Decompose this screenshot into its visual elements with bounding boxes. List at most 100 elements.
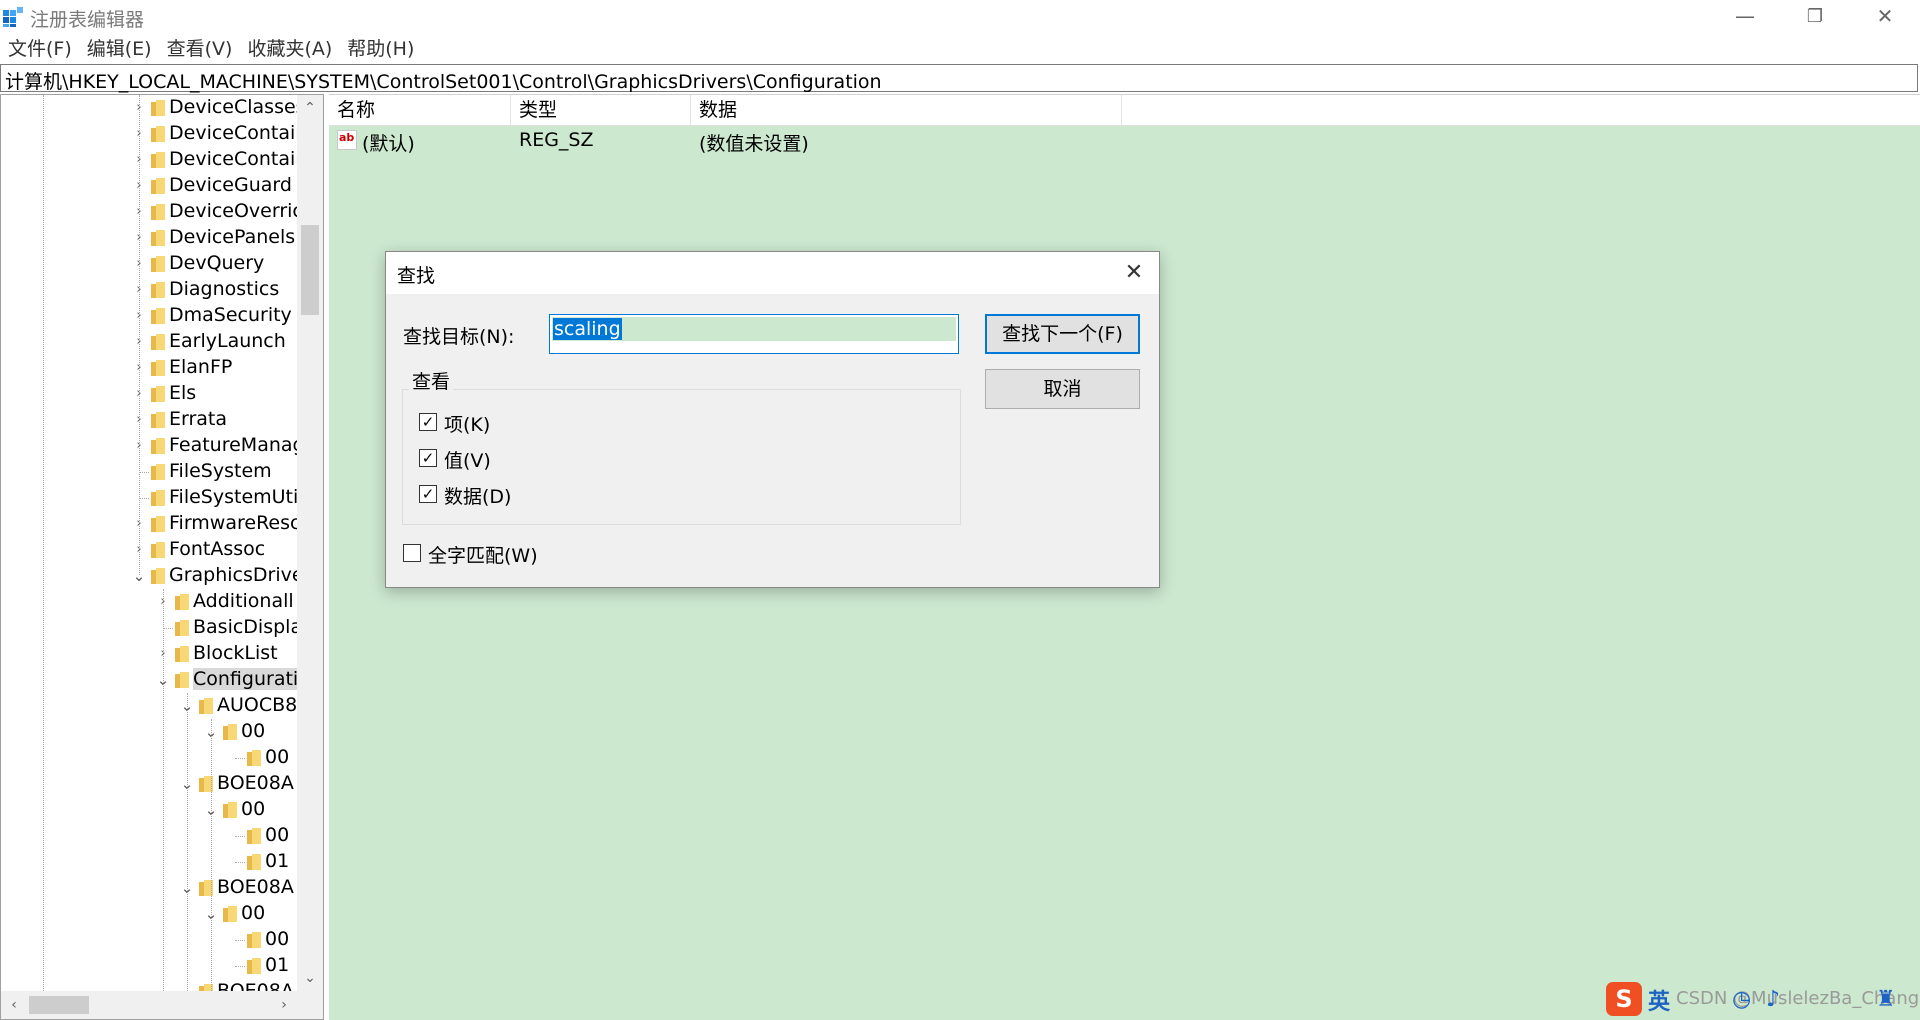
tree-item-label[interactable]: Additionall: [193, 590, 294, 612]
column-data[interactable]: 数据: [691, 95, 1122, 125]
tree-item-label[interactable]: BOE08A: [217, 876, 294, 898]
tree-item[interactable]: › DevicePanels: [1, 225, 301, 251]
scrollbar-thumb[interactable]: [29, 996, 89, 1014]
tree-item[interactable]: 01: [1, 953, 301, 979]
checkbox-data[interactable]: ✓: [419, 485, 437, 503]
checkbox-match-whole[interactable]: [403, 544, 421, 562]
scroll-up-arrow-icon[interactable]: ⌃: [297, 95, 323, 121]
tree-item-label[interactable]: 00: [241, 798, 265, 820]
checkbox-values[interactable]: ✓: [419, 449, 437, 467]
address-bar[interactable]: 计算机\HKEY_LOCAL_MACHINE\SYSTEM\ControlSet…: [0, 64, 1918, 94]
tree-item-label[interactable]: GraphicsDrive: [169, 564, 304, 586]
option-match-whole-label[interactable]: 全字匹配(W): [428, 541, 538, 568]
tree-item-label[interactable]: 00: [265, 928, 289, 950]
tree-item[interactable]: › DeviceContair: [1, 121, 303, 147]
option-data-label[interactable]: 数据(D): [444, 482, 511, 509]
tree-item-label[interactable]: FeatureManag: [169, 434, 305, 456]
tree-item[interactable]: › EarlyLaunch: [1, 329, 301, 355]
option-keys-label[interactable]: 项(K): [444, 410, 490, 437]
tree-item-label[interactable]: 00: [265, 824, 289, 846]
tree-item[interactable]: › Additionall: [1, 589, 301, 615]
microphone-icon[interactable]: ♪: [1766, 987, 1780, 1012]
tree-item[interactable]: ⌄ 00: [1, 719, 301, 745]
tree-item[interactable]: BasicDispla: [1, 615, 302, 641]
tree-item-label[interactable]: FirmwareResc: [169, 512, 300, 534]
tree-item-label[interactable]: BlockList: [193, 642, 278, 664]
restore-button[interactable]: ❐: [1780, 0, 1850, 32]
ime-language-indicator[interactable]: 英: [1648, 984, 1670, 1016]
tree-item[interactable]: › FeatureManag: [1, 433, 304, 459]
tree-item[interactable]: › DeviceClasses: [1, 95, 305, 121]
tree-item-label[interactable]: ElanFP: [169, 356, 232, 378]
tree-item[interactable]: FileSystem: [1, 459, 301, 485]
tree-item-label[interactable]: DmaSecurity: [169, 304, 292, 326]
dialog-close-icon[interactable]: ✕: [1119, 256, 1149, 290]
tree-item[interactable]: FileSystemUti: [1, 485, 301, 511]
tree-item-label[interactable]: 00: [241, 902, 265, 924]
tree-horizontal-scrollbar[interactable]: ‹ ›: [1, 991, 297, 1019]
tree-item[interactable]: 00: [1, 927, 301, 953]
tree-item-label[interactable]: EarlyLaunch: [169, 330, 286, 352]
minimize-button[interactable]: —: [1710, 0, 1780, 32]
tree-item[interactable]: › DevQuery: [1, 251, 301, 277]
scroll-left-arrow-icon[interactable]: ‹: [1, 992, 27, 1018]
find-target-value[interactable]: scaling: [553, 318, 622, 340]
address-path[interactable]: 计算机\HKEY_LOCAL_MACHINE\SYSTEM\ControlSet…: [5, 67, 882, 94]
tree-item-label[interactable]: DeviceClasses: [169, 96, 306, 118]
tree-item[interactable]: ⌄ Configurati: [1, 667, 307, 693]
tree-item[interactable]: ⌄BOE08A: [1, 771, 301, 797]
sogou-ime-icon[interactable]: S: [1606, 982, 1642, 1016]
key-tree-pane[interactable]: › DeviceClasses › DeviceContair › DeviceConta…: [0, 94, 324, 1020]
tree-item-label[interactable]: Configurati: [193, 668, 307, 690]
tree-item-label[interactable]: DeviceContair: [169, 148, 303, 170]
tree-item-label[interactable]: Errata: [169, 408, 227, 430]
tree-item[interactable]: › Diagnostics: [1, 277, 301, 303]
shirt-icon[interactable]: ♜: [1876, 987, 1896, 1012]
column-type[interactable]: 类型: [511, 95, 691, 125]
tree-item-label[interactable]: DeviceGuard: [169, 174, 292, 196]
tree-item[interactable]: ⌄BOE08A: [1, 875, 301, 901]
tree-item-label[interactable]: FileSystem: [169, 460, 272, 482]
tree-item[interactable]: 01: [1, 849, 301, 875]
menu-view[interactable]: 查看(V): [159, 34, 240, 61]
tree-item[interactable]: ⌄ 00: [1, 901, 301, 927]
menu-file[interactable]: 文件(F): [0, 34, 79, 61]
tree-vertical-scrollbar[interactable]: ⌃ ⌄: [297, 95, 323, 991]
tree-item-label[interactable]: 00: [241, 720, 265, 742]
tree-item[interactable]: › FontAssoc: [1, 537, 301, 563]
tree-item-label[interactable]: FileSystemUti: [169, 486, 298, 508]
tree-item-label[interactable]: DevicePanels: [169, 226, 295, 248]
tree-item[interactable]: › ElanFP: [1, 355, 301, 381]
tree-item[interactable]: 00: [1, 823, 301, 849]
tree-item-label[interactable]: AUOCB8: [217, 694, 297, 716]
find-next-button[interactable]: 查找下一个(F): [985, 314, 1140, 354]
checkbox-keys[interactable]: ✓: [419, 413, 437, 431]
tree-item[interactable]: › DeviceContair: [1, 147, 303, 173]
tree-item-label[interactable]: DevQuery: [169, 252, 264, 274]
close-window-button[interactable]: ✕: [1850, 0, 1920, 32]
column-name[interactable]: 名称: [329, 95, 511, 125]
menu-edit[interactable]: 编辑(E): [79, 34, 159, 61]
tree-item[interactable]: › DeviceOverric: [1, 199, 303, 225]
tree-item-label[interactable]: 00: [265, 746, 289, 768]
tree-item-label[interactable]: BasicDispla: [193, 616, 302, 638]
tree-item-label[interactable]: Els: [169, 382, 196, 404]
tree-item[interactable]: ⌄ AUOCB8: [1, 693, 301, 719]
find-target-input[interactable]: scaling: [549, 314, 959, 354]
option-values-label[interactable]: 值(V): [444, 446, 491, 473]
menu-favorites[interactable]: 收藏夹(A): [239, 34, 339, 61]
tree-item[interactable]: 00: [1, 745, 301, 771]
tree-item[interactable]: › DeviceGuard: [1, 173, 301, 199]
tree-item[interactable]: › Errata: [1, 407, 301, 433]
tree-item[interactable]: ⌄ 00: [1, 797, 301, 823]
menu-help[interactable]: 帮助(H): [339, 34, 421, 61]
tree-item-label[interactable]: 01: [265, 954, 289, 976]
tree-item-label[interactable]: DeviceContair: [169, 122, 303, 144]
tree-item-label[interactable]: Diagnostics: [169, 278, 279, 300]
scroll-right-arrow-icon[interactable]: ›: [271, 992, 297, 1018]
tree-item[interactable]: › FirmwareResc: [1, 511, 301, 537]
tree-item[interactable]: › BlockList: [1, 641, 301, 667]
value-row[interactable]: ab (默认) REG_SZ (数值未设置): [329, 127, 1920, 155]
tree-item[interactable]: › DmaSecurity: [1, 303, 301, 329]
cancel-button[interactable]: 取消: [985, 369, 1140, 409]
